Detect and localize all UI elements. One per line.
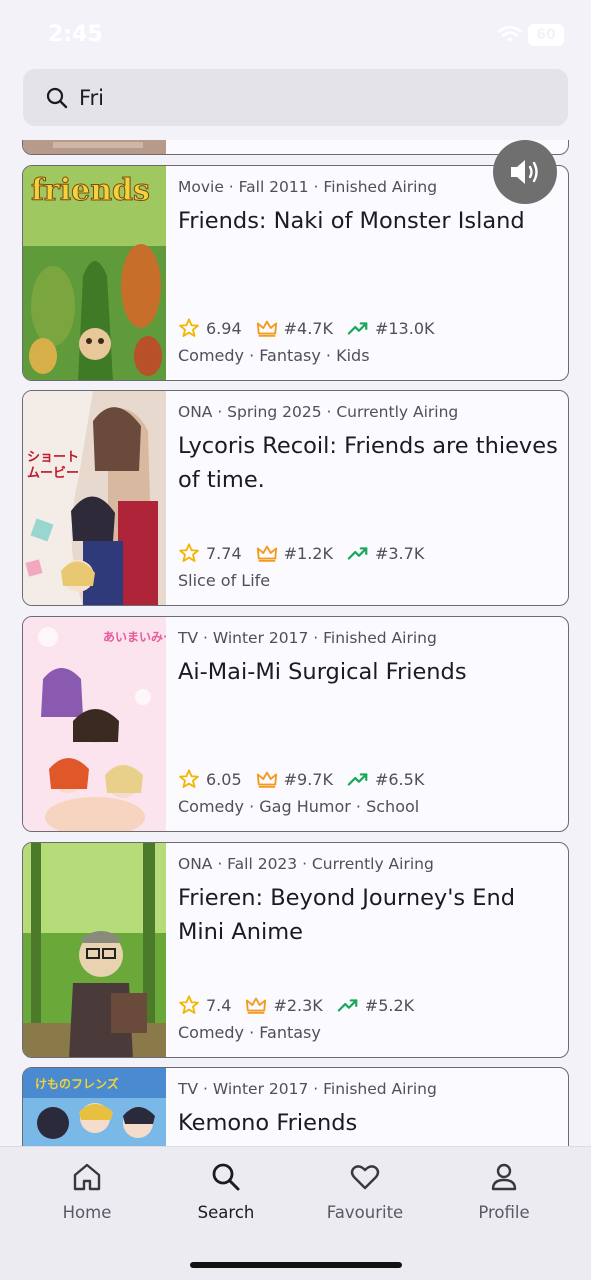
popularity-value: #5.2K bbox=[364, 995, 415, 1015]
search-input[interactable] bbox=[79, 79, 549, 117]
svg-text:ムービー: ムービー bbox=[27, 465, 79, 481]
nav-item-favourite[interactable]: Favourite bbox=[305, 1161, 425, 1231]
svg-text:けものフレンズ: けものフレンズ bbox=[35, 1076, 119, 1091]
bottom-nav: Home Search Favourite Profile bbox=[0, 1146, 591, 1280]
anime-title: Ai-Mai-Mi Surgical Friends bbox=[178, 659, 467, 685]
stats-row: 6.94 #4.7K #13.0K bbox=[178, 316, 449, 340]
trending-up-icon bbox=[337, 999, 358, 1012]
nav-label-profile: Profile bbox=[478, 1203, 530, 1222]
list-item[interactable]: ONA · Fall 2023 · Currently Airing Frier… bbox=[22, 842, 569, 1058]
svg-text:あいまいみー: あいまいみー bbox=[103, 630, 166, 644]
wifi-icon bbox=[498, 26, 522, 42]
rank: #1.2K bbox=[256, 543, 333, 563]
poster-image bbox=[23, 140, 166, 154]
stats-row: 7.4 #2.3K #5.2K bbox=[178, 993, 428, 1017]
poster-image: あいまいみー bbox=[23, 617, 166, 831]
nav-item-profile[interactable]: Profile bbox=[444, 1161, 564, 1231]
score: 7.4 bbox=[178, 995, 231, 1015]
anime-title: Kemono Friends bbox=[178, 1110, 358, 1136]
score-value: 6.94 bbox=[206, 318, 242, 338]
genres: Slice of Life bbox=[178, 571, 271, 590]
rank-value: #9.7K bbox=[283, 769, 333, 789]
genres: Comedy · Fantasy · Kids bbox=[178, 346, 370, 365]
anime-title: Frieren: Beyond Journey's End Mini Anime bbox=[178, 885, 516, 945]
poster-image: けものフレンズ bbox=[23, 1068, 166, 1146]
stats-row: 7.74 #1.2K #3.7K bbox=[178, 541, 438, 565]
status-time: 2:45 bbox=[48, 22, 103, 47]
score: 6.94 bbox=[178, 318, 242, 338]
anime-meta: ONA · Spring 2025 · Currently Airing bbox=[178, 403, 459, 421]
star-icon bbox=[179, 318, 199, 337]
list-item[interactable]: あいまいみー TV · Winter 2017 · Finished Airin… bbox=[22, 616, 569, 832]
popularity-value: #3.7K bbox=[374, 543, 425, 563]
user-icon bbox=[491, 1163, 517, 1191]
rank: #2.3K bbox=[245, 995, 323, 1015]
list-item[interactable]: けものフレンズ TV · Winter 2017 · Finished Airi… bbox=[22, 1067, 569, 1146]
crown-icon bbox=[256, 771, 277, 788]
crown-icon bbox=[256, 545, 277, 562]
poster-image bbox=[23, 843, 166, 1057]
crown-icon bbox=[256, 320, 277, 337]
nav-label-favourite: Favourite bbox=[326, 1203, 404, 1222]
anime-title: Lycoris Recoil: Friends are thieves of t… bbox=[178, 433, 558, 493]
trending-up-icon bbox=[347, 322, 368, 335]
popularity: #5.2K bbox=[337, 995, 414, 1015]
anime-meta: Movie · Fall 2011 · Finished Airing bbox=[178, 178, 438, 196]
rank-value: #2.3K bbox=[273, 995, 323, 1015]
stats-row: 6.05 #9.7K #6.5K bbox=[178, 767, 438, 791]
poster-image: friends bbox=[23, 166, 166, 380]
speaker-icon bbox=[511, 160, 538, 184]
crown-icon bbox=[246, 997, 267, 1014]
popularity: #6.5K bbox=[347, 769, 424, 789]
heart-icon bbox=[350, 1165, 380, 1190]
trending-up-icon bbox=[347, 547, 368, 560]
list-item[interactable]: ショート ムービー ONA · Spring 2025 · Currently … bbox=[22, 390, 569, 606]
home-icon bbox=[73, 1163, 101, 1191]
search-icon bbox=[212, 1163, 240, 1191]
score: 7.74 bbox=[178, 543, 242, 563]
trending-up-icon bbox=[347, 773, 368, 786]
popularity: #3.7K bbox=[347, 543, 424, 563]
status-bar: 2:45 60 bbox=[0, 0, 591, 70]
genres: Comedy · Fantasy bbox=[178, 1023, 321, 1042]
popularity-value: #6.5K bbox=[374, 769, 425, 789]
score: 6.05 bbox=[178, 769, 242, 789]
nav-label-home: Home bbox=[62, 1203, 112, 1222]
anime-title: Friends: Naki of Monster Island bbox=[178, 208, 525, 234]
list-item-partial[interactable] bbox=[22, 140, 569, 155]
anime-meta: ONA · Fall 2023 · Currently Airing bbox=[178, 855, 434, 873]
rank-value: #1.2K bbox=[283, 543, 333, 563]
star-icon bbox=[179, 995, 199, 1014]
nav-label-search: Search bbox=[197, 1203, 255, 1222]
list-item[interactable]: friends Movie · Fall 2011 · Finished Air… bbox=[22, 165, 569, 381]
star-icon bbox=[179, 769, 199, 788]
search-icon bbox=[46, 87, 68, 109]
anime-meta: TV · Winter 2017 · Finished Airing bbox=[178, 1080, 437, 1098]
nav-item-home[interactable]: Home bbox=[27, 1161, 147, 1231]
genres: Comedy · Gag Humor · School bbox=[178, 797, 420, 816]
results-list[interactable]: friends Movie · Fall 2011 · Finished Air… bbox=[0, 140, 591, 1146]
score-value: 7.4 bbox=[206, 995, 232, 1015]
rank-value: #4.7K bbox=[283, 318, 333, 338]
popularity: #13.0K bbox=[347, 318, 435, 338]
popularity-value: #13.0K bbox=[374, 318, 435, 338]
battery-indicator: 60 bbox=[528, 24, 564, 46]
svg-text:friends: friends bbox=[31, 173, 150, 208]
sound-toggle-button[interactable] bbox=[493, 140, 557, 204]
score-value: 7.74 bbox=[206, 543, 242, 563]
anime-meta: TV · Winter 2017 · Finished Airing bbox=[178, 629, 437, 647]
search-bar[interactable] bbox=[23, 69, 568, 126]
home-indicator bbox=[190, 1262, 402, 1268]
rank: #9.7K bbox=[256, 769, 333, 789]
poster-image: ショート ムービー bbox=[23, 391, 166, 605]
rank: #4.7K bbox=[256, 318, 333, 338]
score-value: 6.05 bbox=[206, 769, 242, 789]
nav-item-search[interactable]: Search bbox=[166, 1161, 286, 1231]
svg-text:ショート: ショート bbox=[27, 450, 79, 465]
star-icon bbox=[179, 543, 199, 562]
